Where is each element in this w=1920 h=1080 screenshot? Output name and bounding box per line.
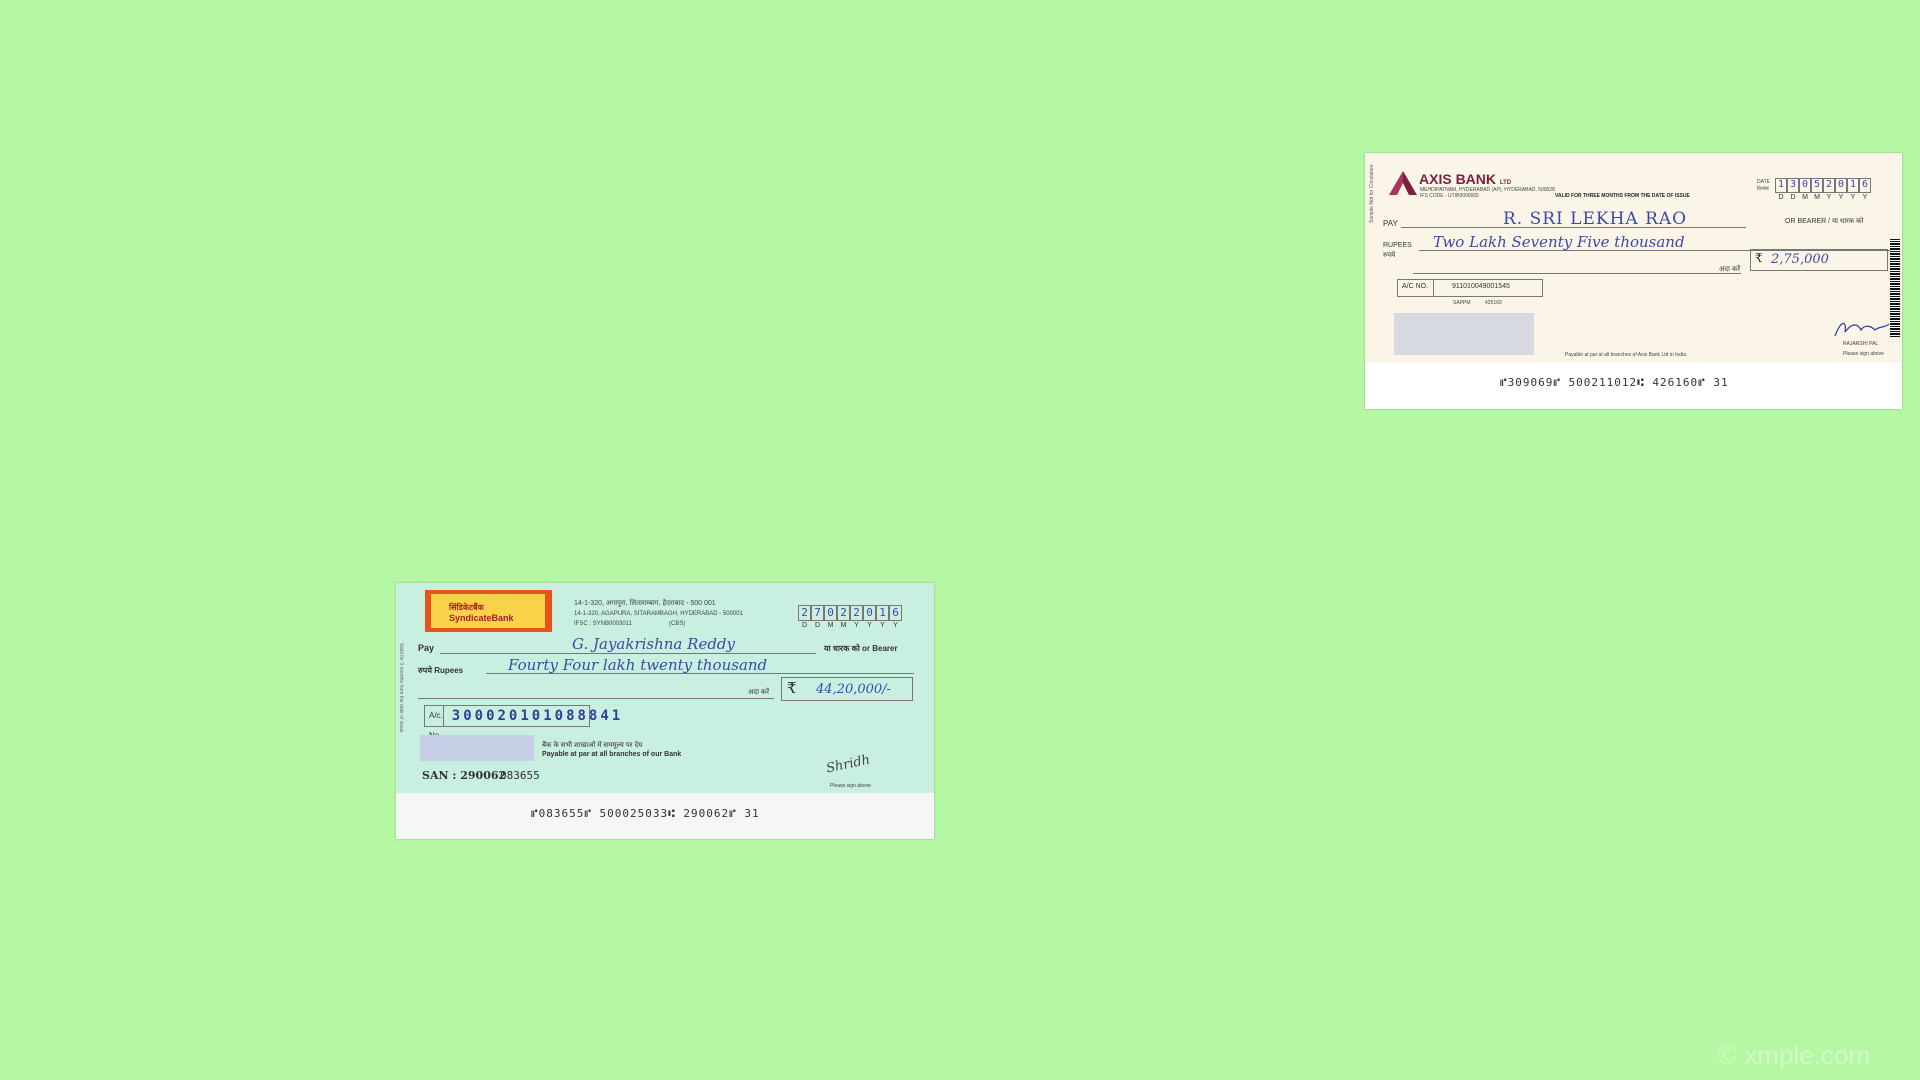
ifs-code: IFS CODE - UTIB0000005 (1420, 193, 1479, 199)
micr-line: ⑈083655⑈ 500025033⑆ 290062⑈ 31 (531, 807, 760, 820)
date-digit: 2 (798, 605, 811, 621)
syndicate-logo: सिंडिकेटबैंक SyndicateBank (425, 590, 552, 632)
date-digit: 6 (889, 605, 902, 621)
side-text: Valid for 3 months from the date of issu… (398, 643, 404, 733)
ac-number: 300020101088841 (451, 708, 624, 724)
date-label: DATE (1757, 179, 1770, 185)
address: 14-1-320, AGAPURA, SITARAMBAGH, HYDERABA… (574, 611, 743, 617)
ifsc: IFSC : SYNB0003011 (574, 621, 632, 627)
branches-hi: बैंक के सभी शाखाओं में सममूल्य पर देय (542, 742, 643, 749)
payable-note: Payable at par at all branches of Axis B… (1565, 352, 1688, 358)
cbs-label: (CBS) (669, 621, 686, 627)
signatory-name: RAJARSHI PAL (1843, 341, 1879, 347)
san-value: 083655 (500, 769, 540, 782)
ada-karen-label: अदा करें (1719, 266, 1741, 273)
address-hi: 14-1-320, अगापुरा, सिताराम्बाग, हैदराबाद… (574, 600, 716, 607)
logo-text: सिंडिकेटबैंक SyndicateBank (449, 603, 514, 623)
date-label-hi: दिनांक (1757, 186, 1769, 192)
sign-note: Please sign above (1843, 351, 1884, 357)
rupees-label: RUPEES (1383, 242, 1412, 249)
date-digit: 0 (824, 605, 837, 621)
date-digit: 2 (1823, 178, 1835, 193)
branches-note: Payable at par at all branches of our Ba… (542, 751, 682, 758)
ada-karen-label: अदा करें (748, 689, 770, 696)
ac-label: A/C NO. (1398, 280, 1434, 296)
syndicate-bank-cheque: Valid for 3 months from the date of issu… (396, 583, 934, 839)
date-format: DD MM YY YY (1778, 194, 1868, 201)
payee-line (440, 653, 816, 654)
date-digit: 0 (1835, 178, 1847, 193)
side-text: Sample Not for Circulation (1369, 164, 1375, 223)
stamp-area (420, 735, 534, 761)
date-digit: 3 (1787, 178, 1799, 193)
sapm-value: 425160 (1485, 300, 1502, 306)
bearer-label: या धारक को or Bearer (824, 644, 898, 653)
amount-in-words: Two Lakh Seventy Five thousand (1433, 233, 1685, 251)
validity-note: VALID FOR THREE MONTHS FROM THE DATE OF … (1555, 193, 1690, 199)
bearer-label: OR BEARER / या धारक को (1785, 218, 1864, 225)
date-boxes: 2 7 0 2 2 0 1 6 (798, 605, 902, 621)
rupee-symbol: ₹ (1755, 251, 1763, 265)
ac-label: A/c. No. (425, 706, 444, 740)
watermark: © xmple.com (1718, 1040, 1871, 1070)
account-number-box: A/c. No. 300020101088841 (424, 705, 620, 740)
rupee-symbol: ₹ (787, 679, 797, 697)
date-digit: 0 (1799, 178, 1811, 193)
payee-name: G. Jayakrishna Reddy (572, 635, 735, 653)
sapm-label: SAPPM (1453, 300, 1471, 306)
amount-figures: 44,20,000/- (816, 682, 891, 697)
payee-line (1401, 227, 1746, 228)
words-line-2 (418, 698, 774, 699)
account-number-box: A/C NO. 911010049001545 (1397, 279, 1543, 297)
date-digit: 6 (1859, 178, 1871, 193)
signature: Shridh (824, 752, 872, 777)
amount-figures: 2,75,000 (1771, 252, 1829, 267)
words-line-1 (486, 673, 914, 674)
date-boxes: 1 3 0 5 2 0 1 6 (1775, 178, 1871, 193)
ac-number: 911010049001545 (1452, 283, 1510, 290)
date-digit: 1 (1775, 178, 1787, 193)
micr-line: ⑈309069⑈ 500211012⑆ 426160⑈ 31 (1500, 376, 1729, 389)
payee-name: R. SRI LEKHA RAO (1503, 209, 1688, 229)
pay-label: PAY (1383, 219, 1398, 228)
amount-in-words: Fourty Four lakh twenty thousand (508, 656, 768, 674)
words-line-2 (1413, 273, 1741, 274)
rupees-label: रुपये Rupees (418, 666, 464, 675)
stamp-area (1394, 313, 1534, 355)
date-format: DD MM YY YY (801, 622, 898, 629)
pay-label: Pay (418, 643, 435, 653)
sign-note: Please sign above (830, 783, 871, 789)
date-digit: 5 (1811, 178, 1823, 193)
rupees-label-hi: रुपये (1383, 252, 1396, 259)
signature-mark (1834, 322, 1890, 337)
barcode-strip (1890, 239, 1900, 337)
date-digit: 2 (850, 605, 863, 621)
axis-bank-cheque: Sample Not for Circulation AXIS BANK LTD… (1365, 153, 1902, 409)
san-label: SAN : 290062 (422, 769, 507, 782)
date-digit: 2 (837, 605, 850, 621)
date-digit: 1 (876, 605, 889, 621)
bank-name: AXIS BANK LTD (1419, 171, 1512, 187)
date-digit: 1 (1847, 178, 1859, 193)
axis-logo-icon (1389, 171, 1417, 195)
date-digit: 7 (811, 605, 824, 621)
date-digit: 0 (863, 605, 876, 621)
